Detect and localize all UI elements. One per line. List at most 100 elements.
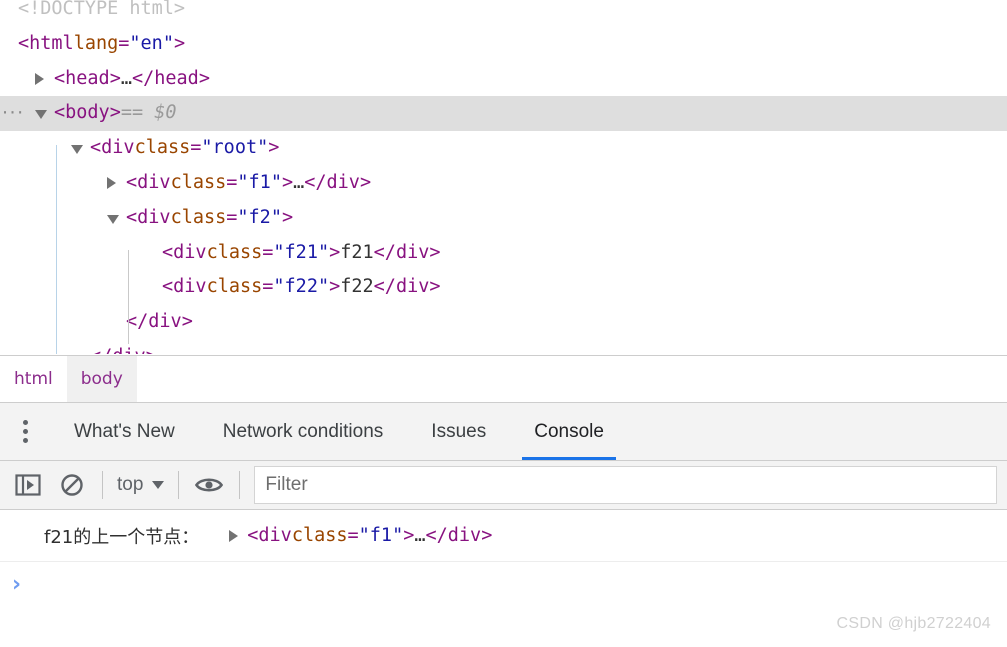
code-token: > xyxy=(109,102,121,124)
indent-guide-line xyxy=(128,249,129,344)
code-token: div xyxy=(395,241,430,263)
dom-node-row[interactable]: ··· <body> == $0 xyxy=(0,96,1007,132)
code-token: … xyxy=(414,525,426,546)
execution-context-selector[interactable]: top xyxy=(111,474,170,496)
dom-node-row[interactable]: <html lang="en"> xyxy=(0,27,1007,62)
console-toolbar: top xyxy=(0,460,1007,510)
code-token: "root" xyxy=(201,137,269,159)
console-message-row[interactable]: f21的上一个节点： <div class="f1">…</div> xyxy=(0,510,1007,562)
code-token: > xyxy=(109,67,121,89)
dot xyxy=(22,438,28,443)
dot xyxy=(22,429,28,434)
dom-node-row[interactable]: <div class="f1">…</div> xyxy=(0,166,1007,201)
code-token: > xyxy=(198,67,210,89)
drawer-tab-bar: What's New Network conditions Issues Con… xyxy=(0,402,1007,460)
collapse-triangle-icon[interactable] xyxy=(71,145,83,155)
elements-panel: <!DOCTYPE html> <html lang="en"> <head>…</… xyxy=(0,0,1007,354)
code-token: <!DOCTYPE html> xyxy=(18,0,186,19)
code-token: < xyxy=(162,276,174,298)
chevron-down-icon xyxy=(152,481,165,489)
breadcrumb-item-label: html xyxy=(14,369,53,389)
tab-network-conditions[interactable]: Network conditions xyxy=(199,403,408,460)
breadcrumb: html body xyxy=(0,355,1007,403)
more-vertical-icon[interactable] xyxy=(0,403,50,460)
code-token: html xyxy=(29,32,74,54)
code-token: = xyxy=(262,276,274,298)
code-token: = xyxy=(190,137,202,159)
dom-node-markup: <html lang="en"> xyxy=(18,27,185,62)
tab-label: Network conditions xyxy=(222,420,384,442)
dom-node-markup: <div class="root"> xyxy=(90,131,279,166)
eye-icon[interactable] xyxy=(187,465,231,505)
code-token: lang xyxy=(73,32,119,54)
watermark: CSDN @hjb2722404 xyxy=(836,615,991,632)
code-token: < xyxy=(126,172,138,193)
code-token: > xyxy=(429,241,441,263)
code-token: = xyxy=(118,32,130,54)
dom-node-row[interactable]: <!DOCTYPE html> xyxy=(0,0,1007,27)
tab-whats-new[interactable]: What's New xyxy=(50,403,199,460)
console-message-text: f21的上一个节点： xyxy=(44,526,200,548)
dom-node-row[interactable]: </div> xyxy=(0,305,1007,340)
code-token: < xyxy=(162,241,174,263)
code-token: class xyxy=(291,525,348,546)
code-token: < xyxy=(18,32,30,54)
breadcrumb-item-html[interactable]: html xyxy=(0,356,67,403)
code-token: div xyxy=(258,525,292,546)
code-token: div xyxy=(173,241,207,263)
execution-context-value: top xyxy=(117,474,144,495)
code-token: > xyxy=(329,241,341,263)
dom-node-row[interactable]: <div class="f2"> xyxy=(0,201,1007,236)
dom-node-row[interactable]: <div class="f21">f21</div> xyxy=(0,236,1007,271)
console-prompt-row[interactable]: › xyxy=(0,562,1007,606)
filter-input[interactable] xyxy=(254,466,997,504)
code-token: > xyxy=(281,172,294,193)
tab-console[interactable]: Console xyxy=(510,403,628,460)
code-token: "en" xyxy=(129,32,174,54)
code-token: > xyxy=(146,340,157,354)
code-token: "f1" xyxy=(358,525,404,546)
dom-node-markup: <!DOCTYPE html> xyxy=(18,0,185,27)
dom-node-row[interactable]: <div class="f22">f22</div> xyxy=(0,270,1007,305)
code-token: div xyxy=(101,137,135,159)
console-logged-node[interactable]: <div class="f1">…</div> xyxy=(229,525,492,546)
code-token: < xyxy=(247,525,259,546)
code-token: == $0 xyxy=(120,102,177,124)
prompt-chevron-icon: › xyxy=(12,571,22,597)
toolbar-divider xyxy=(239,471,241,499)
collapse-triangle-icon[interactable] xyxy=(107,214,119,224)
console-sidebar-icon[interactable] xyxy=(6,465,50,505)
code-token: > xyxy=(429,276,441,298)
dom-node-row[interactable]: <head>…</head> xyxy=(0,62,1007,97)
tab-label: What's New xyxy=(74,420,175,442)
expand-triangle-icon[interactable] xyxy=(229,529,239,542)
code-token: </ xyxy=(131,67,155,89)
toolbar-divider xyxy=(102,471,103,499)
indent-guide-line xyxy=(56,145,57,354)
dom-node-markup: </div> xyxy=(126,305,193,340)
dom-node-row[interactable]: <div class="root"> xyxy=(0,131,1007,166)
code-token: > xyxy=(181,311,193,333)
code-token: > xyxy=(281,206,294,228)
code-token: class xyxy=(170,172,227,193)
expand-triangle-icon[interactable] xyxy=(35,72,44,85)
code-token: class xyxy=(134,137,191,159)
breadcrumb-item-body[interactable]: body xyxy=(66,355,137,403)
collapse-triangle-icon[interactable] xyxy=(35,110,47,120)
code-token: </ xyxy=(304,172,327,193)
code-token: </ xyxy=(425,525,448,546)
node-badge[interactable]: ··· xyxy=(2,96,25,131)
code-token: > xyxy=(481,525,493,546)
tab-issues[interactable]: Issues xyxy=(407,403,510,460)
code-token: = xyxy=(262,241,274,263)
code-token: class xyxy=(206,276,263,298)
code-token: … xyxy=(293,172,305,193)
code-token: </ xyxy=(373,276,396,298)
tab-label: Issues xyxy=(431,420,487,442)
clear-console-icon[interactable] xyxy=(50,465,94,505)
tab-label: Console xyxy=(534,420,604,442)
expand-triangle-icon[interactable] xyxy=(107,177,116,189)
dom-node-row[interactable]: </div> xyxy=(0,340,1007,354)
toolbar-divider xyxy=(178,471,180,499)
code-token: div xyxy=(173,276,207,298)
